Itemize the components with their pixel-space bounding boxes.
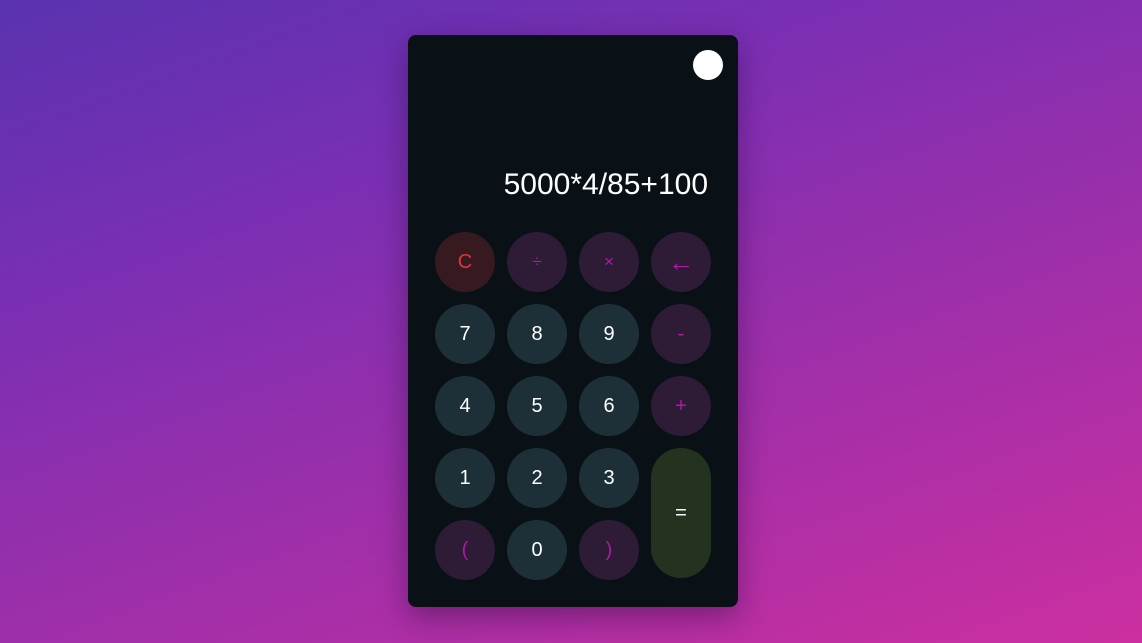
three-button[interactable]: 3 bbox=[579, 448, 639, 508]
backspace-button[interactable]: ← bbox=[651, 232, 711, 292]
calculator: 5000*4/85+100 C ÷ × ← 7 8 9 - 4 5 6 + 1 … bbox=[408, 35, 738, 607]
one-button[interactable]: 1 bbox=[435, 448, 495, 508]
five-button[interactable]: 5 bbox=[507, 376, 567, 436]
minus-button[interactable]: - bbox=[651, 304, 711, 364]
multiply-button[interactable]: × bbox=[579, 232, 639, 292]
clear-button[interactable]: C bbox=[435, 232, 495, 292]
nine-button[interactable]: 9 bbox=[579, 304, 639, 364]
four-button[interactable]: 4 bbox=[435, 376, 495, 436]
close-paren-button[interactable]: ) bbox=[579, 520, 639, 580]
divide-button[interactable]: ÷ bbox=[507, 232, 567, 292]
equals-button[interactable]: = bbox=[651, 448, 711, 578]
open-paren-button[interactable]: ( bbox=[435, 520, 495, 580]
seven-button[interactable]: 7 bbox=[435, 304, 495, 364]
six-button[interactable]: 6 bbox=[579, 376, 639, 436]
theme-toggle[interactable] bbox=[693, 50, 723, 80]
plus-button[interactable]: + bbox=[651, 376, 711, 436]
zero-button[interactable]: 0 bbox=[507, 520, 567, 580]
expression-display: 5000*4/85+100 bbox=[503, 168, 708, 201]
eight-button[interactable]: 8 bbox=[507, 304, 567, 364]
two-button[interactable]: 2 bbox=[507, 448, 567, 508]
